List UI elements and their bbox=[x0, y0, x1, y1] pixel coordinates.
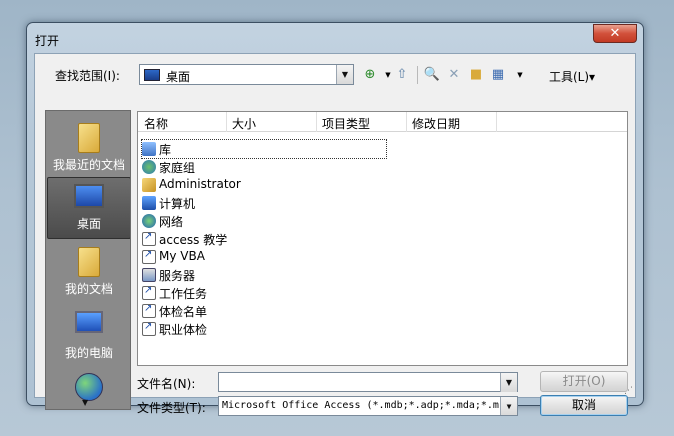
list-item[interactable]: 家庭组 bbox=[142, 158, 386, 176]
list-item[interactable]: 计算机 bbox=[142, 194, 386, 212]
folder-icon bbox=[78, 247, 100, 277]
place-my-computer[interactable]: 我的电脑 bbox=[47, 305, 130, 367]
views-icon[interactable]: ▦ bbox=[489, 66, 507, 84]
item-name: My VBA bbox=[159, 249, 205, 263]
place-label: 我的文档 bbox=[64, 282, 113, 296]
back-icon[interactable]: ⊕ bbox=[361, 66, 379, 84]
item-name: 工作任务 bbox=[159, 287, 208, 301]
item-name: 服务器 bbox=[159, 269, 196, 283]
place-label: 我最近的文档 bbox=[52, 158, 125, 172]
network-icon bbox=[142, 214, 156, 228]
column-separator[interactable] bbox=[316, 112, 317, 132]
list-item[interactable]: My VBA bbox=[142, 248, 386, 266]
filetype-select[interactable]: Microsoft Office Access (*.mdb;*.adp;*.m… bbox=[218, 396, 518, 416]
look-in-label: 查找范围(I): bbox=[55, 69, 120, 83]
computer-icon bbox=[142, 196, 156, 210]
window-title: 打开 bbox=[35, 34, 60, 48]
column-modified[interactable]: 修改日期 bbox=[412, 115, 460, 132]
filename-label: 文件名(N): bbox=[137, 377, 196, 391]
column-separator[interactable] bbox=[406, 112, 407, 132]
look-in-combo[interactable]: 桌面 ▼ bbox=[139, 64, 354, 85]
list-header: 名称 大小 项目类型 修改日期 bbox=[138, 112, 627, 132]
item-name: 计算机 bbox=[159, 197, 196, 211]
close-button[interactable]: ✕ bbox=[593, 24, 637, 43]
column-name[interactable]: 名称 bbox=[144, 115, 168, 132]
item-name: 职业体检 bbox=[159, 323, 208, 337]
item-name: Administrator bbox=[159, 177, 241, 191]
tools-menu[interactable]: 工具(L)▾ bbox=[549, 68, 595, 85]
shortcut-icon bbox=[142, 303, 156, 318]
column-size[interactable]: 大小 bbox=[232, 115, 256, 132]
column-separator[interactable] bbox=[496, 112, 497, 132]
file-list[interactable]: 名称 大小 项目类型 修改日期 库 家庭组 Administrator 计算机 … bbox=[137, 111, 628, 366]
place-desktop[interactable]: 桌面 bbox=[47, 177, 130, 239]
homegroup-icon bbox=[142, 160, 156, 174]
open-button[interactable]: 打开(O) bbox=[540, 371, 628, 392]
file-rows: 库 家庭组 Administrator 计算机 网络 access 教学 My … bbox=[141, 139, 387, 338]
library-icon bbox=[142, 142, 156, 156]
up-folder-icon[interactable]: ⇧ bbox=[393, 66, 411, 84]
delete-icon[interactable]: ✕ bbox=[445, 66, 463, 84]
list-item[interactable]: 职业体检 bbox=[142, 320, 386, 338]
column-type[interactable]: 项目类型 bbox=[322, 115, 370, 132]
user-folder-icon bbox=[142, 178, 156, 192]
open-button-label: 打开(O) bbox=[562, 374, 606, 388]
toolbar-separator bbox=[417, 66, 418, 84]
scroll-down-icon[interactable]: ▼ bbox=[82, 398, 88, 407]
filetype-value: Microsoft Office Access (*.mdb;*.adp;*.m… bbox=[222, 400, 499, 411]
place-network[interactable] bbox=[47, 367, 130, 407]
cancel-button-label: 取消 bbox=[571, 398, 596, 412]
list-item[interactable]: 工作任务 bbox=[142, 284, 386, 302]
place-label: 我的电脑 bbox=[64, 346, 113, 360]
item-name: 网络 bbox=[159, 215, 184, 229]
shortcut-icon bbox=[142, 231, 156, 246]
open-dialog: 打开 ✕ 查找范围(I): 桌面 ▼ ⊕ ▼ ⇧ 🔍 ✕ ■ ▦ ▼ 工具(L)… bbox=[26, 22, 644, 416]
list-item[interactable]: Administrator bbox=[142, 176, 386, 194]
filename-field[interactable]: ▼ bbox=[218, 372, 518, 392]
list-item[interactable]: 体检名单 bbox=[142, 302, 386, 320]
computer-icon bbox=[75, 311, 103, 333]
shortcut-icon bbox=[142, 249, 156, 264]
close-icon: ✕ bbox=[609, 26, 621, 41]
chevron-down-icon[interactable]: ▼ bbox=[336, 65, 353, 84]
network-icon bbox=[75, 373, 103, 401]
server-icon bbox=[142, 268, 156, 282]
filetype-label: 文件类型(T): bbox=[137, 401, 206, 415]
chevron-down-icon[interactable]: ▼ bbox=[500, 373, 517, 392]
list-item[interactable]: 网络 bbox=[142, 212, 386, 230]
list-item[interactable]: 服务器 bbox=[142, 266, 386, 284]
item-name: access 教学 bbox=[159, 233, 228, 247]
toolbar: ⊕ ▼ ⇧ 🔍 ✕ ■ ▦ ▼ 工具(L)▾ bbox=[361, 64, 631, 86]
shortcut-icon bbox=[142, 285, 156, 300]
new-folder-icon[interactable]: ■ bbox=[467, 66, 485, 84]
cancel-button[interactable]: 取消 bbox=[540, 395, 628, 416]
desktop-icon bbox=[144, 69, 160, 81]
title-bar[interactable]: 打开 ✕ bbox=[27, 23, 643, 53]
chevron-down-icon[interactable]: ▼ bbox=[500, 397, 517, 415]
folder-icon bbox=[78, 123, 100, 153]
item-name: 家庭组 bbox=[159, 161, 196, 175]
chevron-down-icon[interactable]: ▼ bbox=[511, 66, 529, 84]
column-separator[interactable] bbox=[226, 112, 227, 132]
places-bar: 我最近的文档 桌面 我的文档 我的电脑 ▼ bbox=[45, 110, 131, 410]
list-item[interactable]: access 教学 bbox=[142, 230, 386, 248]
shortcut-icon bbox=[142, 321, 156, 336]
place-recent-documents[interactable]: 我最近的文档 bbox=[47, 117, 130, 179]
place-label: 桌面 bbox=[76, 217, 101, 231]
list-item[interactable]: 库 bbox=[141, 139, 387, 159]
search-web-icon[interactable]: 🔍 bbox=[423, 66, 441, 84]
dialog-body: 查找范围(I): 桌面 ▼ ⊕ ▼ ⇧ 🔍 ✕ ■ ▦ ▼ 工具(L)▾ 我最近… bbox=[34, 53, 636, 416]
resize-grip-icon[interactable]: ⋰ bbox=[624, 386, 633, 396]
item-name: 库 bbox=[159, 143, 172, 157]
desktop-icon bbox=[74, 184, 104, 208]
look-in-value: 桌面 bbox=[166, 70, 191, 84]
item-name: 体检名单 bbox=[159, 305, 208, 319]
place-my-documents[interactable]: 我的文档 bbox=[47, 241, 130, 303]
